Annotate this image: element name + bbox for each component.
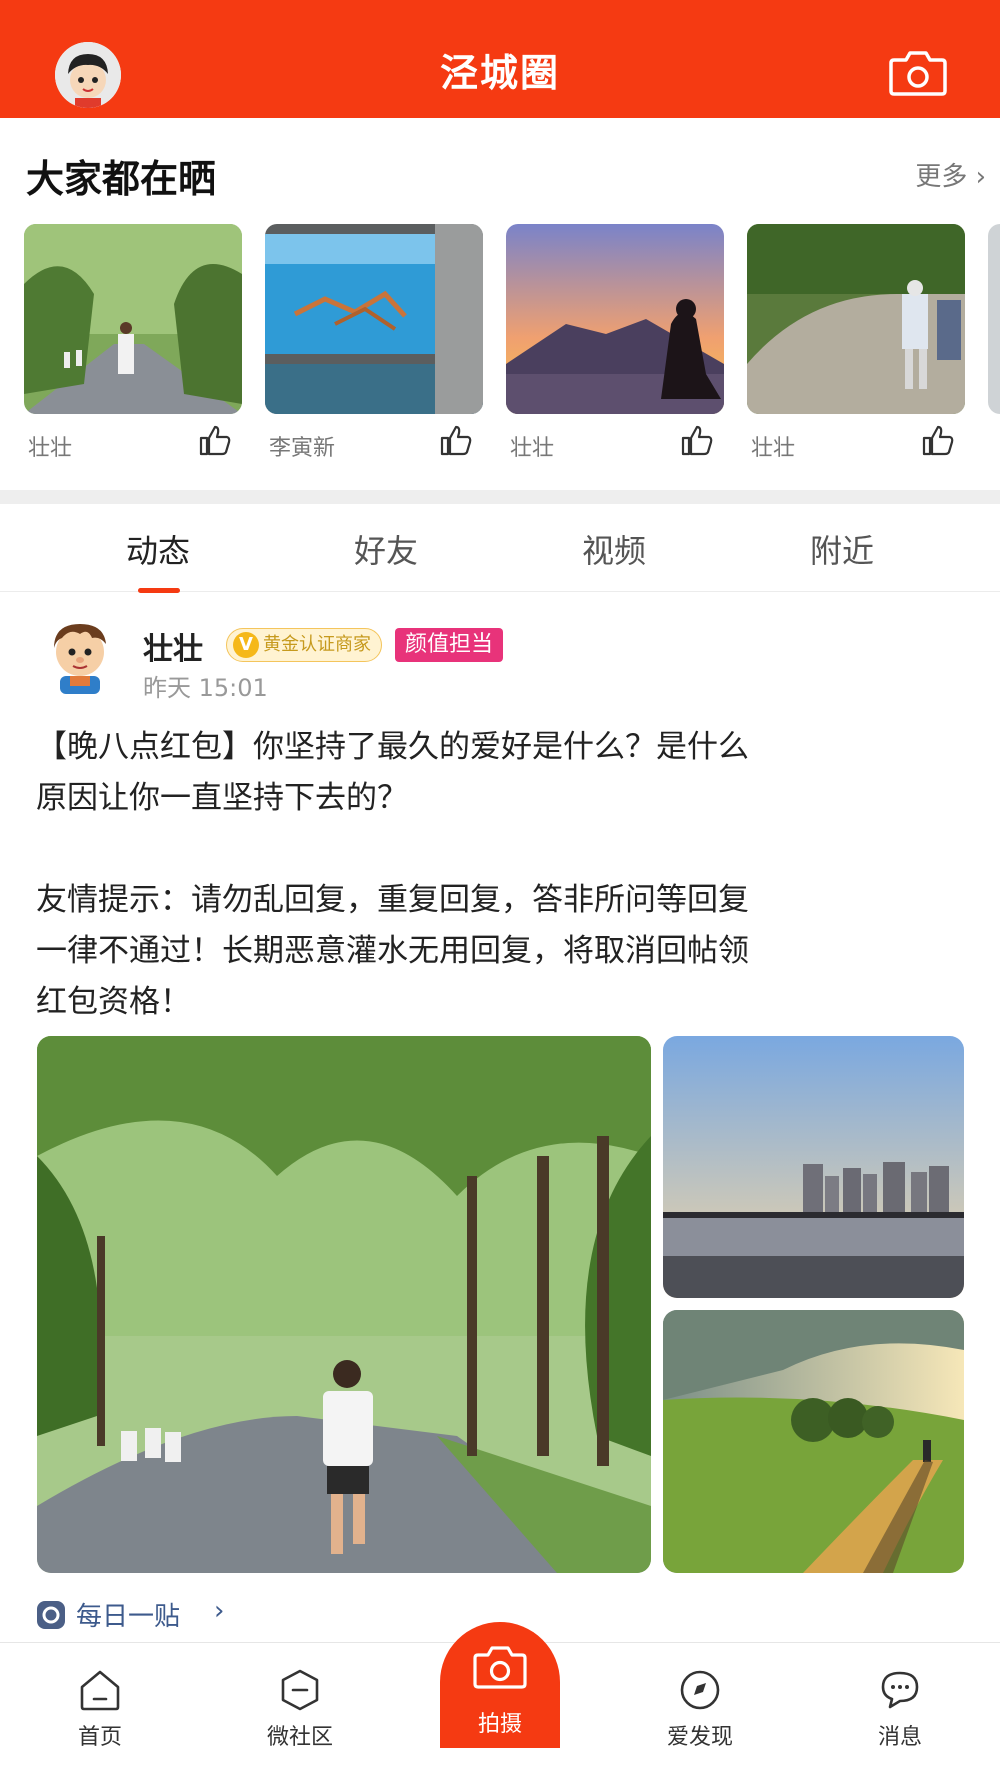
active-tab-indicator [138,588,180,593]
tab-friends[interactable]: 好友 [286,526,486,572]
post-author-avatar[interactable] [42,614,118,694]
camera-icon [472,1644,528,1690]
card-author: 壮壮 [751,436,796,461]
card-photo[interactable] [24,224,242,414]
card-author: 壮壮 [510,436,555,461]
post-image-lake[interactable] [663,1036,964,1298]
card-photo[interactable] [506,224,724,414]
shared-photo-carousel[interactable]: 壮壮 李寅新 壮壮 壮壮 [24,224,1000,464]
card-author: 李寅新 [269,436,336,461]
nav-label: 微社区 [266,1725,333,1750]
camera-icon[interactable] [888,48,948,96]
nav-messages[interactable]: 消息 [840,1667,960,1767]
tab-nearby[interactable]: 附近 [742,526,942,572]
gold-merchant-badge: V 黄金认证商家 [226,628,382,662]
like-icon[interactable] [680,424,714,456]
topic-label: 每日一贴 [76,1602,181,1632]
like-icon[interactable] [198,424,232,456]
shared-card[interactable]: 壮壮 [506,224,724,461]
post-image-field[interactable] [663,1310,964,1573]
nav-label: 消息 [877,1725,922,1750]
nav-discover[interactable]: 爱发现 [640,1667,760,1767]
community-icon [277,1667,323,1713]
top-bar: 泾城圈 [0,0,1000,118]
like-icon[interactable] [921,424,955,456]
section-title: 大家都在晒 [26,157,217,201]
nav-label: 首页 [77,1725,122,1750]
discover-icon [677,1667,723,1713]
chevron-right-icon: › [214,1596,225,1626]
verified-v-icon: V [233,632,259,658]
shared-card[interactable]: 李寅新 [265,224,483,461]
post-image-main[interactable] [37,1036,651,1573]
topic-icon [36,1600,66,1630]
post-timestamp: 昨天 15:01 [143,674,268,702]
message-icon [877,1667,923,1713]
post-author-name[interactable]: 壮壮 [143,624,203,668]
card-photo[interactable] [265,224,483,414]
tab-dynamic[interactable]: 动态 [58,526,258,572]
tab-video[interactable]: 视频 [514,526,714,572]
app-title: 泾城圈 [439,51,560,95]
shoot-label: 拍摄 [477,1712,522,1737]
section-divider [0,490,1000,504]
shared-card[interactable]: 壮壮 [747,224,965,461]
like-icon[interactable] [439,424,473,456]
nav-home[interactable]: 首页 [40,1667,160,1767]
card-photo[interactable] [988,224,1000,414]
shared-section-header: 大家都在晒 更多 › [26,148,986,204]
shoot-button[interactable]: 拍摄 [440,1622,560,1748]
card-photo[interactable] [747,224,965,414]
nav-label: 爱发现 [666,1725,733,1750]
shared-card-peek[interactable] [988,224,1000,460]
more-link[interactable]: 更多 › [915,156,986,193]
nav-community[interactable]: 微社区 [240,1667,360,1767]
title-badge: 颜值担当 [395,628,504,662]
shared-card[interactable]: 壮壮 [24,224,242,461]
home-icon [77,1667,123,1713]
post-body: 【晚八点红包】你坚持了最久的爱好是什么？是什么 原因让你一直坚持下去的？ 友情提… [36,729,749,1020]
card-author: 壮壮 [28,436,73,461]
feed-tabs: 动态 好友 视频 附近 [0,504,1000,593]
gold-badge-label: 黄金认证商家 [263,634,371,655]
